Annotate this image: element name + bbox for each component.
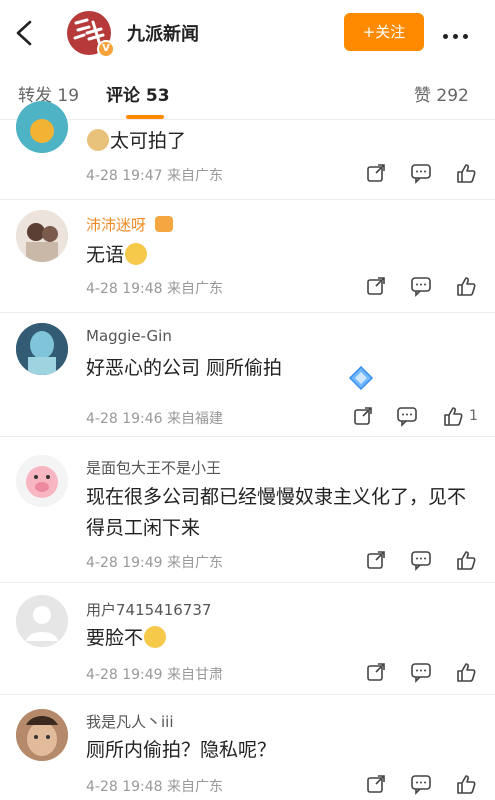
comment-bubble-icon xyxy=(411,775,431,795)
like-button[interactable] xyxy=(455,661,479,685)
back-button[interactable] xyxy=(12,18,38,48)
comment-meta: 4-28 19:48 来自广东 xyxy=(86,779,224,795)
comment-text: 太可拍了 xyxy=(86,126,481,157)
comment-meta: 4-28 19:46 来自福建 xyxy=(86,411,224,427)
comment-bubble-icon xyxy=(397,407,417,427)
top-bar: V 九派新闻 +关注 xyxy=(0,0,495,66)
comment-meta: 4-28 19:47 来自广东 xyxy=(86,168,224,184)
comment-item: 用户7415416737 要脸不 4-28 19:49 来自甘肃 xyxy=(0,583,495,695)
comment-bubble-icon xyxy=(411,164,431,184)
more-button[interactable] xyxy=(443,24,479,42)
comment-text: 好恶心的公司 厕所偷拍 xyxy=(86,357,283,379)
comment-text: 要脸不 xyxy=(86,623,481,654)
comment-bubble-icon xyxy=(411,551,431,571)
sparkle-diamond-icon xyxy=(348,365,374,391)
comment-item: 太可拍了 4-28 19:47 来自广东 xyxy=(0,101,495,200)
avatar[interactable] xyxy=(16,455,68,507)
avatar-image-icon xyxy=(16,323,68,375)
sweat-laugh-emoji-icon xyxy=(125,243,148,265)
thumbs-up-icon xyxy=(457,663,476,682)
default-user-avatar-icon xyxy=(16,595,68,647)
comment-meta: 4-28 19:49 来自广东 xyxy=(86,555,224,571)
thumbs-up-icon xyxy=(457,775,476,794)
thumbs-up-icon xyxy=(444,407,463,426)
comment-button[interactable] xyxy=(410,661,434,685)
share-icon xyxy=(367,551,385,569)
thumbs-up-icon xyxy=(457,164,476,183)
avatar[interactable] xyxy=(16,323,68,375)
like-button[interactable] xyxy=(455,549,479,573)
comment-username[interactable]: Maggie-Gin xyxy=(86,327,172,345)
comment-button[interactable] xyxy=(396,405,420,429)
share-button[interactable] xyxy=(365,275,389,299)
comment-username[interactable]: 我是凡人丶iii xyxy=(86,711,174,732)
avatar[interactable] xyxy=(16,101,68,153)
like-button[interactable] xyxy=(455,773,479,797)
avatar-image-icon xyxy=(16,709,68,761)
avatar-image-icon xyxy=(16,101,68,153)
doge-emoji-icon xyxy=(87,129,109,151)
tab-likes[interactable]: 赞 292 xyxy=(414,81,469,106)
comment-item: 我是凡人丶iii 厕所内偷拍？隐私呢？ 4-28 19:48 来自广东 xyxy=(0,695,495,800)
comment-item: 是面包大王不是小王 现在很多公司都已经慢慢奴隶主义化了，见不得员工闲下来 4-2… xyxy=(0,437,495,583)
tab-bar: 转发 19 评论 53 赞 292 xyxy=(0,66,495,120)
comment-meta: 4-28 19:49 来自甘肃 xyxy=(86,667,224,683)
like-button[interactable] xyxy=(455,162,479,186)
comment-sticker xyxy=(348,365,374,391)
comment-username[interactable]: 用户7415416737 xyxy=(86,599,211,620)
comment-button[interactable] xyxy=(410,162,434,186)
share-icon xyxy=(367,277,385,295)
share-button[interactable] xyxy=(365,162,389,186)
share-button[interactable] xyxy=(365,773,389,797)
pig-avatar-icon xyxy=(16,455,68,507)
like-count: 1 xyxy=(469,408,478,424)
like-button[interactable] xyxy=(455,275,479,299)
comment-item: Maggie-Gin 好恶心的公司 厕所偷拍 4-28 19:46 来自福建 1 xyxy=(0,313,495,437)
comment-button[interactable] xyxy=(410,773,434,797)
thumbs-up-icon xyxy=(457,277,476,296)
like-button[interactable] xyxy=(442,405,466,429)
comment-meta: 4-28 19:48 来自广东 xyxy=(86,281,224,297)
crown-badge-icon xyxy=(154,216,173,232)
verified-badge: V xyxy=(97,40,115,58)
share-icon xyxy=(367,663,385,681)
share-icon xyxy=(367,775,385,793)
tab-comments[interactable]: 评论 53 xyxy=(106,81,170,106)
comment-button[interactable] xyxy=(410,275,434,299)
comment-username[interactable]: 沛沛迷呀 xyxy=(86,214,173,235)
page-title: 九派新闻 xyxy=(127,24,199,45)
avatar[interactable] xyxy=(16,709,68,761)
more-dots-icon xyxy=(443,24,473,43)
comment-bubble-icon xyxy=(411,663,431,683)
share-button[interactable] xyxy=(365,549,389,573)
comment-username[interactable]: 是面包大王不是小王 xyxy=(86,457,221,478)
avatar[interactable] xyxy=(16,595,68,647)
chevron-left-icon xyxy=(16,20,32,46)
comment-text: 现在很多公司都已经慢慢奴隶主义化了，见不得员工闲下来 xyxy=(86,486,467,539)
comment-bubble-icon xyxy=(411,277,431,297)
comment-text: 无语 xyxy=(86,240,481,271)
avatar[interactable] xyxy=(16,210,68,262)
avatar-image-icon xyxy=(16,210,68,262)
active-tab-indicator xyxy=(126,115,164,119)
share-icon xyxy=(367,164,385,182)
laugh-cry-emoji-icon xyxy=(144,626,167,648)
share-icon xyxy=(354,407,372,425)
thumbs-up-icon xyxy=(457,551,476,570)
comment-text: 厕所内偷拍？隐私呢？ xyxy=(86,739,277,761)
comment-button[interactable] xyxy=(410,549,434,573)
share-button[interactable] xyxy=(352,405,376,429)
follow-button[interactable]: +关注 xyxy=(344,13,424,51)
share-button[interactable] xyxy=(365,661,389,685)
comment-item: 沛沛迷呀 无语 4-28 19:48 来自广东 xyxy=(0,200,495,313)
